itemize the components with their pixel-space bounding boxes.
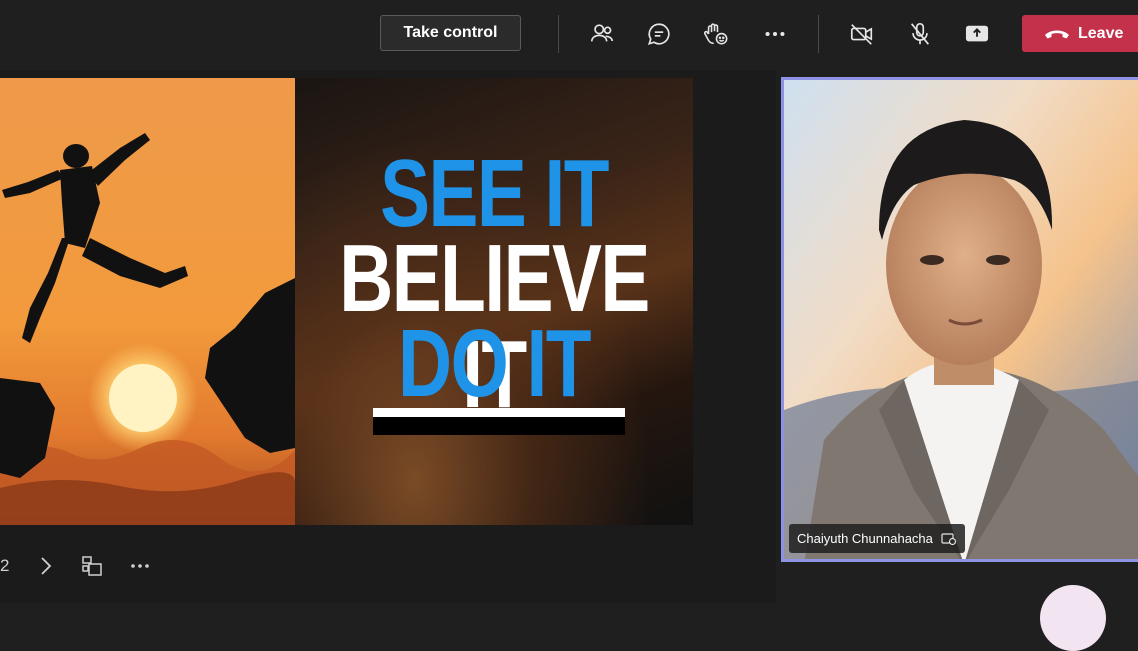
leave-button[interactable]: Leave xyxy=(1022,15,1138,52)
leave-label: Leave xyxy=(1078,24,1124,42)
participants-icon[interactable] xyxy=(586,18,618,50)
slide-page-number: 2 xyxy=(0,556,10,575)
slogan-underline xyxy=(373,408,625,417)
reactions-icon[interactable] xyxy=(700,18,732,50)
jumping-silhouette-image xyxy=(0,78,295,525)
share-screen-icon[interactable] xyxy=(961,18,993,50)
participant-avatar[interactable] xyxy=(1040,585,1106,651)
slide-more-icon[interactable] xyxy=(128,554,152,578)
participant-video-tile[interactable] xyxy=(781,77,1138,562)
participant-name-tag: Chaiyuth Chunnahacha xyxy=(789,524,965,553)
participant-name: Chaiyuth Chunnahacha xyxy=(797,531,933,546)
shared-content-stage: SEE IT BELIEVE IT DO IT 2 xyxy=(0,70,776,603)
take-control-button[interactable]: Take control xyxy=(380,15,521,51)
participant-video xyxy=(784,80,1138,559)
presenter-icon xyxy=(941,532,956,545)
toolbar-divider xyxy=(558,15,559,53)
slide-navigation: 2 xyxy=(0,548,200,588)
chat-icon[interactable] xyxy=(643,18,675,50)
presentation-slide: SEE IT BELIEVE IT DO IT xyxy=(0,78,693,525)
toolbar-divider xyxy=(818,15,819,53)
slogan-text: SEE IT BELIEVE IT DO IT xyxy=(295,78,693,525)
next-slide-icon[interactable] xyxy=(34,554,58,578)
meeting-toolbar: Take control Leave xyxy=(0,0,1138,70)
slogan-line-3: DO IT xyxy=(398,310,591,417)
camera-off-icon[interactable] xyxy=(846,18,878,50)
slogan-underline-shadow xyxy=(373,417,625,435)
more-options-icon[interactable] xyxy=(759,18,791,50)
hang-up-icon xyxy=(1045,30,1069,38)
slide-grid-icon[interactable] xyxy=(80,554,104,578)
mic-off-icon[interactable] xyxy=(904,18,936,50)
